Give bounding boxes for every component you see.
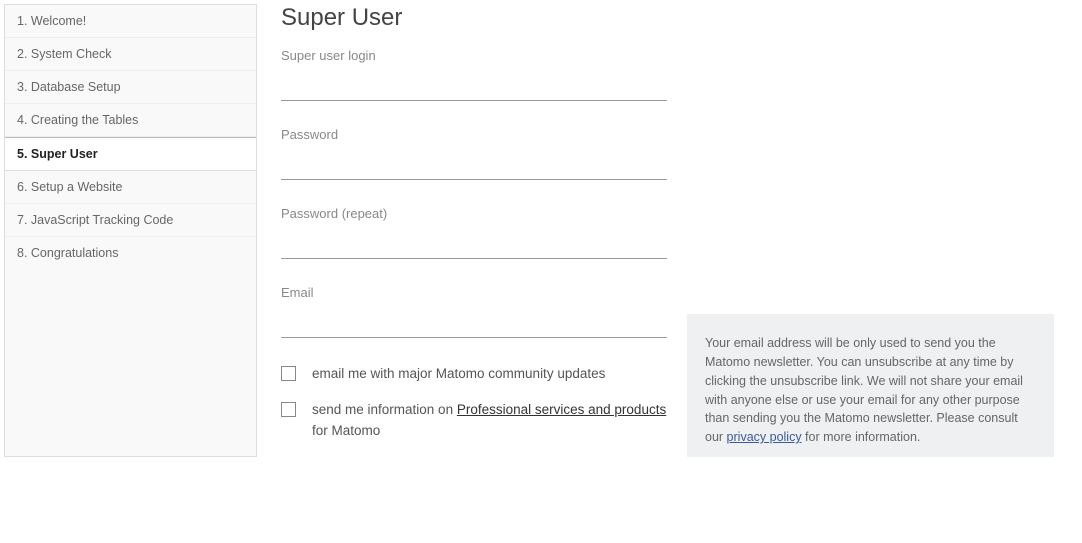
newsletter-checkbox[interactable] [281,366,296,381]
email-privacy-notice: Your email address will be only used to … [687,314,1054,457]
super-user-form: Super User Super user login Password Pas… [281,4,667,457]
sidebar-item-tracking-code[interactable]: 7. JavaScript Tracking Code [5,204,256,237]
login-label: Super user login [281,48,667,63]
email-input[interactable] [281,310,667,338]
password-input[interactable] [281,152,667,180]
sidebar-item-setup-website[interactable]: 6. Setup a Website [5,171,256,204]
sidebar-item-system-check[interactable]: 2. System Check [5,38,256,71]
password-label: Password [281,127,667,142]
sidebar-item-welcome[interactable]: 1. Welcome! [5,5,256,38]
newsletter-checkbox-label: email me with major Matomo community upd… [312,364,605,384]
password-repeat-input[interactable] [281,231,667,259]
sidebar-item-creating-tables[interactable]: 4. Creating the Tables [5,104,256,137]
login-input[interactable] [281,73,667,101]
install-steps-nav: 1. Welcome! 2. System Check 3. Database … [4,4,257,457]
sidebar-item-congratulations[interactable]: 8. Congratulations [5,237,256,269]
professional-services-link[interactable]: Professional services and products [457,402,666,417]
privacy-policy-link[interactable]: privacy policy [727,430,802,444]
password-repeat-label: Password (repeat) [281,206,667,221]
email-label: Email [281,285,667,300]
sidebar-item-database-setup[interactable]: 3. Database Setup [5,71,256,104]
professional-checkbox-label: send me information on Professional serv… [312,400,667,441]
sidebar-item-super-user[interactable]: 5. Super User [5,137,256,171]
professional-checkbox[interactable] [281,402,296,417]
page-title: Super User [281,4,667,32]
